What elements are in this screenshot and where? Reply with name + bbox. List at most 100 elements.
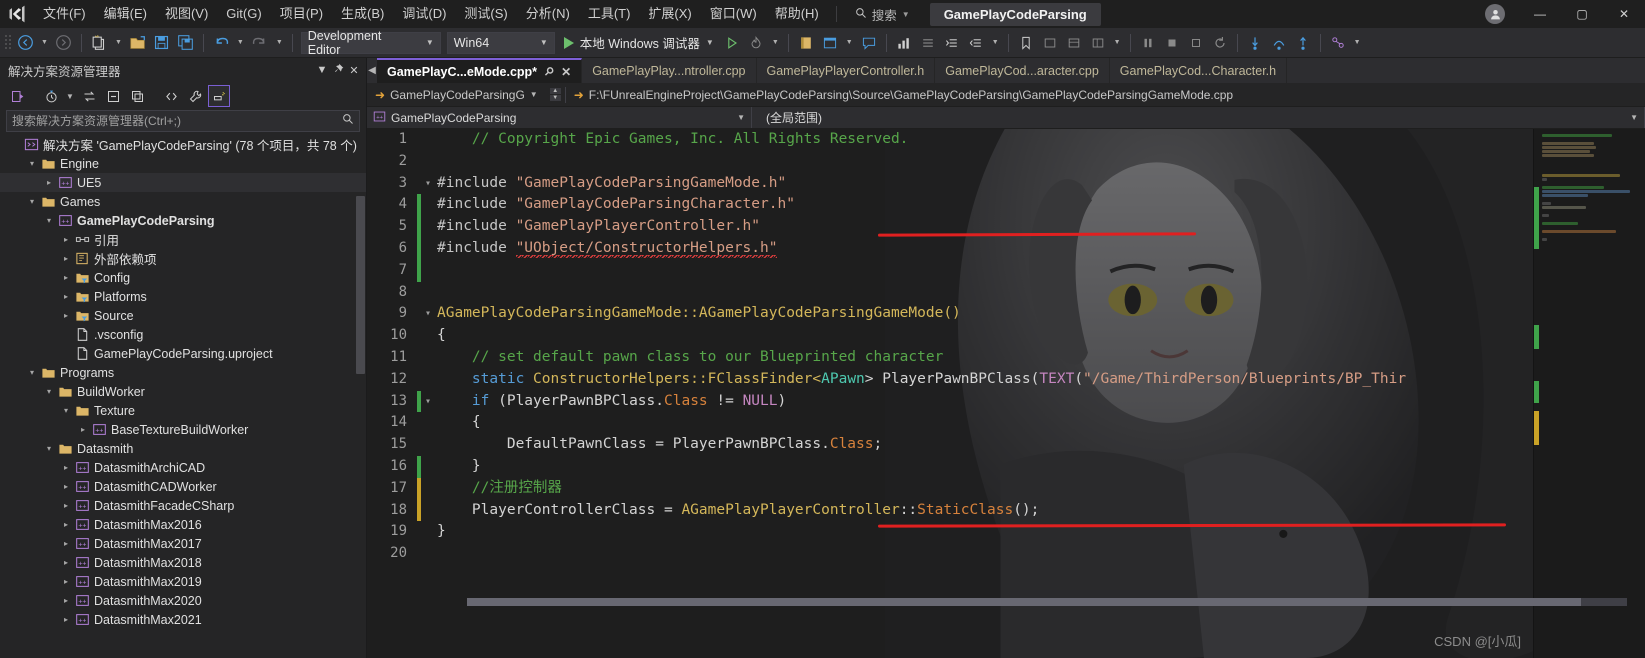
scope-member-combo[interactable]: (全局范围) ▼: [752, 107, 1645, 128]
restart-icon[interactable]: [1184, 31, 1208, 55]
close-icon[interactable]: ✕: [561, 65, 571, 79]
scope-type-combo[interactable]: ++ GamePlayCodeParsing ▼: [367, 107, 752, 128]
code-line[interactable]: 15 DefaultPawnClass = PlayerPawnBPClass.…: [367, 434, 1645, 456]
step-out-icon[interactable]: [1291, 31, 1315, 55]
code-minimap[interactable]: [1533, 129, 1645, 658]
menu-help[interactable]: 帮助(H): [766, 0, 828, 28]
start-debugging-button[interactable]: 本地 Windows 调试器 ▼: [558, 31, 720, 55]
chevron-right-icon[interactable]: ▸: [59, 235, 73, 244]
box3-icon[interactable]: [1086, 31, 1110, 55]
code-line[interactable]: 14 {: [367, 412, 1645, 434]
code-line[interactable]: 6 #include "UObject/ConstructorHelpers.h": [367, 237, 1645, 260]
chevron-down-icon[interactable]: ▾: [25, 197, 39, 206]
tree-node-datasmithmax2018[interactable]: ▸ ++ DatasmithMax2018: [0, 553, 366, 572]
nav-spinner[interactable]: ▲ ▼: [546, 88, 565, 101]
tree-node-buildworker[interactable]: ▾ BuildWorker: [0, 382, 366, 401]
chevron-down-icon[interactable]: ▾: [42, 216, 56, 225]
box-icon[interactable]: [1038, 31, 1062, 55]
solution-configuration-combo[interactable]: Development Editor ▼: [300, 29, 441, 57]
code-line[interactable]: 13 ▾ if (PlayerPawnBPClass.Class != NULL): [367, 390, 1645, 413]
chevron-right-icon[interactable]: ▸: [59, 596, 73, 605]
solution-explorer-search[interactable]: [6, 110, 360, 132]
tab-gameplaycodeparsingcharacter-h[interactable]: GamePlayCod...Character.h: [1109, 58, 1288, 83]
maximize-button[interactable]: ▢: [1561, 0, 1603, 28]
horizontal-scrollbar[interactable]: [467, 598, 1627, 606]
code-line[interactable]: 2: [367, 151, 1645, 173]
global-search-box[interactable]: 搜索 ▼: [849, 3, 916, 25]
chevron-down-icon[interactable]: ▾: [25, 159, 39, 168]
menu-tools[interactable]: 工具(T): [579, 0, 640, 28]
minimize-button[interactable]: —: [1519, 0, 1561, 28]
tree-node--vsconfig[interactable]: .vsconfig: [0, 325, 366, 344]
menu-file[interactable]: 文件(F): [34, 0, 95, 28]
chart-icon[interactable]: [892, 31, 916, 55]
close-icon[interactable]: ✕: [346, 64, 362, 77]
book-icon[interactable]: [794, 31, 818, 55]
indent-dropdown-icon[interactable]: ▼: [988, 31, 1003, 55]
code-line[interactable]: 9 ▾ AGamePlayCodeParsingGameMode::AGamePla…: [367, 303, 1645, 325]
chevron-down-icon[interactable]: ▼: [706, 38, 714, 47]
toolbar-grip[interactable]: [4, 34, 13, 52]
fold-toggle-icon[interactable]: ▾: [421, 391, 435, 413]
tree-node-ue5[interactable]: ▸ ++ UE5: [0, 173, 366, 192]
chevron-down-icon[interactable]: ▼: [64, 85, 76, 107]
search-icon[interactable]: [342, 112, 354, 130]
chevron-down-icon[interactable]: ▾: [42, 387, 56, 396]
step-over-icon[interactable]: [1267, 31, 1291, 55]
menu-build[interactable]: 生成(B): [332, 0, 393, 28]
tree-node-datasmithmax2020[interactable]: ▸ ++ DatasmithMax2020: [0, 591, 366, 610]
box-dropdown-icon[interactable]: ▼: [1110, 31, 1125, 55]
code-line[interactable]: 17 //注册控制器: [367, 477, 1645, 500]
comment-icon[interactable]: [857, 31, 881, 55]
tree-node-games[interactable]: ▾ Games: [0, 192, 366, 211]
tree-node-texture[interactable]: ▾ Texture: [0, 401, 366, 420]
redo-button[interactable]: [248, 31, 272, 55]
tab-overflow-left-icon[interactable]: ◀: [367, 58, 377, 83]
tab-gameplaycodeparsinggamemode-cpp[interactable]: GamePlayC...eMode.cpp* ⚲ ✕: [377, 58, 583, 83]
properties-wrench-icon[interactable]: [184, 85, 206, 107]
chevron-down-icon[interactable]: ▾: [25, 368, 39, 377]
box2-icon[interactable]: [1062, 31, 1086, 55]
pause-icon[interactable]: [1136, 31, 1160, 55]
menu-analyze[interactable]: 分析(N): [517, 0, 579, 28]
search-input[interactable]: [12, 114, 342, 128]
tree-node-datasmitharchicad[interactable]: ▸ ++ DatasmithArchiCAD: [0, 458, 366, 477]
tree-node-datasmithfacadecsharp[interactable]: ▸ ++ DatasmithFacadeCSharp: [0, 496, 366, 515]
code-line[interactable]: 1 // Copyright Epic Games, Inc. All Righ…: [367, 129, 1645, 151]
code-line[interactable]: 20: [367, 543, 1645, 565]
chevron-right-icon[interactable]: ▸: [76, 425, 90, 434]
hot-reload-button[interactable]: [744, 31, 768, 55]
save-button[interactable]: [150, 31, 174, 55]
tree-node-platforms[interactable]: ▸ Platforms: [0, 287, 366, 306]
code-editor-surface[interactable]: 1 // Copyright Epic Games, Inc. All Righ…: [367, 129, 1645, 658]
menu-test[interactable]: 测试(S): [455, 0, 516, 28]
nav-project-item[interactable]: ➜ GamePlayCodeParsingG ▼: [367, 88, 546, 102]
new-item-dropdown-icon[interactable]: ▼: [111, 31, 126, 55]
chevron-down-icon[interactable]: ▼: [314, 64, 330, 76]
thread-dropdown-icon[interactable]: ▼: [1350, 31, 1365, 55]
open-file-button[interactable]: [126, 31, 150, 55]
tab-gameplayplayercontroller-cpp[interactable]: GamePlayPlay...ntroller.cpp: [582, 58, 757, 83]
bookmark-icon[interactable]: [1014, 31, 1038, 55]
code-line[interactable]: 11 // set default pawn class to our Blue…: [367, 347, 1645, 369]
chevron-down-icon[interactable]: ▾: [42, 444, 56, 453]
step-into-icon[interactable]: [1243, 31, 1267, 55]
undo-button[interactable]: [209, 31, 233, 55]
tree-node--[interactable]: ▸ 引用: [0, 230, 366, 249]
chevron-right-icon[interactable]: ▸: [59, 577, 73, 586]
nav-file-path-item[interactable]: ➜ F:\FUnrealEngineProject\GamePlayCodePa…: [566, 88, 1241, 102]
solution-name-pill[interactable]: GamePlayCodeParsing: [929, 2, 1101, 26]
chevron-right-icon[interactable]: ▸: [59, 501, 73, 510]
close-button[interactable]: ✕: [1603, 0, 1645, 28]
code-line[interactable]: 16 }: [367, 455, 1645, 478]
menu-edit[interactable]: 编辑(E): [95, 0, 156, 28]
chevron-right-icon[interactable]: ▸: [59, 482, 73, 491]
window-layout-icon[interactable]: [818, 31, 842, 55]
menu-extensions[interactable]: 扩展(X): [639, 0, 700, 28]
tree-node-gameplaycodeparsing-uproject[interactable]: GamePlayCodeParsing.uproject: [0, 344, 366, 363]
thread-icon[interactable]: [1326, 31, 1350, 55]
chevron-right-icon[interactable]: ▸: [59, 463, 73, 472]
back-dropdown-icon[interactable]: ▼: [37, 31, 52, 55]
navigate-forward-button[interactable]: [52, 31, 76, 55]
tree-node-config[interactable]: ▸ Config: [0, 268, 366, 287]
